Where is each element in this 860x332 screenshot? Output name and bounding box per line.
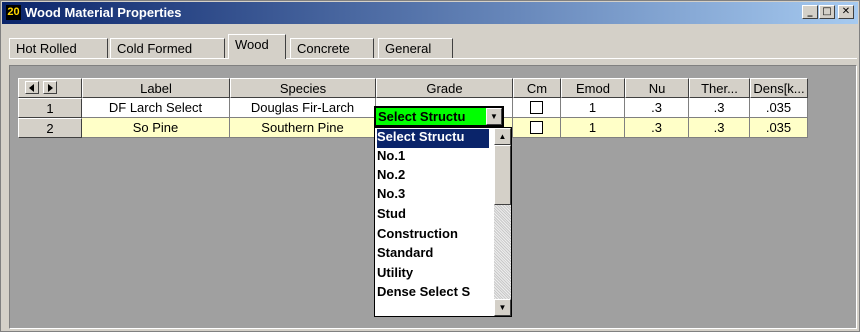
- cell-dens[interactable]: .035: [750, 118, 808, 138]
- wood-material-window: 20 Wood Material Properties _ □ ✕ Hot Ro…: [0, 0, 860, 332]
- col-header-dens[interactable]: Dens[k...: [750, 78, 808, 98]
- nav-left-icon[interactable]: [25, 81, 39, 94]
- close-icon: ✕: [841, 6, 851, 17]
- grade-option[interactable]: No.1: [377, 148, 489, 167]
- tab-wood[interactable]: Wood: [228, 34, 286, 59]
- nav-corner: [18, 78, 82, 98]
- tab-concrete[interactable]: Concrete: [290, 38, 374, 58]
- dropdown-scrollbar[interactable]: ▲ ▼: [494, 128, 511, 316]
- col-header-nu[interactable]: Nu: [625, 78, 689, 98]
- cell-cm[interactable]: [513, 118, 561, 138]
- row-number[interactable]: 1: [18, 98, 82, 118]
- col-header-label[interactable]: Label: [82, 78, 230, 98]
- grade-option[interactable]: No.2: [377, 167, 489, 186]
- cell-label[interactable]: So Pine: [82, 118, 230, 138]
- row-number[interactable]: 2: [18, 118, 82, 138]
- dropdown-arrow-icon[interactable]: ▼: [486, 108, 502, 125]
- grade-dropdown-list[interactable]: Select Structu No.1 No.2 No.3 Stud Const…: [374, 127, 512, 317]
- cell-species[interactable]: Southern Pine: [230, 118, 376, 138]
- app-icon: 20: [6, 5, 21, 20]
- cell-emod[interactable]: 1: [561, 98, 625, 118]
- cell-emod[interactable]: 1: [561, 118, 625, 138]
- grade-option[interactable]: Stud: [377, 206, 489, 225]
- minimize-button[interactable]: _: [802, 5, 818, 19]
- cm-checkbox[interactable]: [530, 101, 543, 115]
- col-header-emod[interactable]: Emod: [561, 78, 625, 98]
- cell-species[interactable]: Douglas Fir-Larch: [230, 98, 376, 118]
- col-header-cm[interactable]: Cm: [513, 78, 561, 98]
- window-title: Wood Material Properties: [25, 5, 182, 20]
- maximize-icon: □: [822, 6, 832, 17]
- scroll-up-icon[interactable]: ▲: [494, 128, 511, 145]
- cm-checkbox[interactable]: [530, 121, 543, 135]
- cell-nu[interactable]: .3: [625, 118, 689, 138]
- cell-label[interactable]: DF Larch Select: [82, 98, 230, 118]
- cell-nu[interactable]: .3: [625, 98, 689, 118]
- nav-right-icon[interactable]: [43, 81, 57, 94]
- col-header-ther[interactable]: Ther...: [689, 78, 750, 98]
- close-button[interactable]: ✕: [838, 5, 854, 19]
- tab-panel-edge: [9, 58, 857, 59]
- tab-hot-rolled[interactable]: Hot Rolled: [9, 38, 108, 58]
- grade-option[interactable]: Dense Select S: [377, 284, 489, 303]
- cell-ther[interactable]: .3: [689, 98, 750, 118]
- grade-option[interactable]: No.3: [377, 186, 489, 205]
- tab-cold-formed[interactable]: Cold Formed: [110, 38, 225, 58]
- minimize-icon: _: [807, 6, 813, 17]
- title-bar[interactable]: 20 Wood Material Properties _ □ ✕: [2, 2, 858, 24]
- scroll-thumb[interactable]: [494, 145, 511, 205]
- grade-option[interactable]: Standard: [377, 245, 489, 264]
- cell-cm[interactable]: [513, 98, 561, 118]
- col-header-grade[interactable]: Grade: [376, 78, 513, 98]
- maximize-button[interactable]: □: [819, 5, 835, 19]
- cell-dens[interactable]: .035: [750, 98, 808, 118]
- col-header-species[interactable]: Species: [230, 78, 376, 98]
- grade-option[interactable]: Utility: [377, 265, 489, 284]
- cell-ther[interactable]: .3: [689, 118, 750, 138]
- grade-combobox[interactable]: Select Structu ▼: [374, 106, 504, 127]
- grade-option[interactable]: Select Structu: [377, 129, 489, 148]
- grade-option[interactable]: Construction: [377, 226, 489, 245]
- tab-general[interactable]: General: [378, 38, 453, 58]
- grade-combobox-value: Select Structu: [378, 109, 466, 124]
- scroll-down-icon[interactable]: ▼: [494, 299, 511, 316]
